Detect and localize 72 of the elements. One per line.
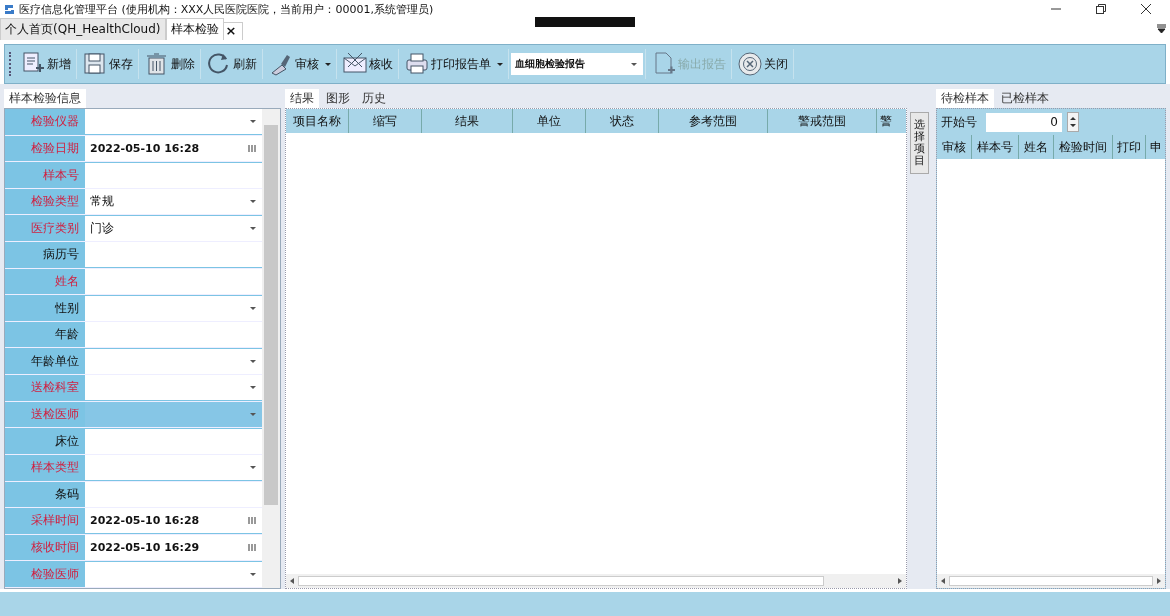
close-icon[interactable] xyxy=(1140,3,1152,15)
field-label: 检验日期 xyxy=(30,139,80,157)
app-logo-icon xyxy=(4,3,16,15)
date-field[interactable]: 2022-05-10 16:29 xyxy=(85,535,262,561)
spinner-icon[interactable] xyxy=(1067,112,1079,132)
field-label: 检验医师 xyxy=(30,565,80,583)
column-header[interactable]: 警 xyxy=(877,109,903,133)
toolbar-button[interactable]: 刷新 xyxy=(203,49,260,79)
side-tab[interactable]: 选择项目 xyxy=(910,112,929,175)
toolbar-button[interactable]: 审核 xyxy=(265,49,334,79)
dropdown-field[interactable] xyxy=(85,455,262,481)
start-number-field[interactable]: 0 xyxy=(986,112,1062,132)
overflow-menu-icon[interactable] xyxy=(1157,24,1166,34)
panel-tab[interactable]: 样本检验信息 xyxy=(4,89,86,108)
field-label: 检验类型 xyxy=(30,193,80,211)
tab[interactable]: 个人首页(QH_HealthCloud) xyxy=(0,18,166,40)
field-label: 年龄单位 xyxy=(30,352,80,370)
panel-tab[interactable]: 已检样本 xyxy=(996,89,1054,108)
field-label: 送检医师 xyxy=(30,406,80,423)
toolbar-button[interactable]: 删除 xyxy=(141,49,198,79)
scrollbar[interactable] xyxy=(286,574,906,588)
toolbar-button[interactable]: 新增 xyxy=(17,49,74,79)
restore-icon[interactable] xyxy=(1095,3,1107,15)
window-title: 医疗信息化管理平台 (使用机构：XXX人民医院医院，当前用户：00001,系统管理员) xyxy=(19,1,434,17)
panel-tab[interactable]: 结果 xyxy=(285,89,319,108)
dropdown-field[interactable] xyxy=(85,561,262,587)
scrollbar[interactable] xyxy=(937,574,1165,588)
dropdown-field[interactable] xyxy=(85,295,262,321)
field-label: 床位 xyxy=(54,432,80,450)
date-field[interactable]: 2022-05-10 16:28 xyxy=(85,508,262,534)
dropdown-field[interactable]: 门诊 xyxy=(85,215,262,241)
caret-icon xyxy=(325,62,331,66)
input-field[interactable] xyxy=(85,322,262,348)
field-label: 检验仪器 xyxy=(30,113,80,131)
input-field[interactable] xyxy=(85,162,262,188)
panel-tab[interactable]: 待检样本 xyxy=(936,89,994,108)
dropdown-field[interactable]: 常规 xyxy=(85,189,262,215)
input-field[interactable] xyxy=(85,268,262,294)
date-field[interactable]: 2022-05-10 16:28 xyxy=(85,135,262,161)
report-dropdown[interactable]: 血细胞检验报告 xyxy=(511,53,643,75)
column-header[interactable]: 申 xyxy=(1146,135,1165,159)
tab[interactable]: 样本检验 xyxy=(165,18,224,40)
dropdown-field[interactable] xyxy=(85,375,262,401)
field-label: 病历号 xyxy=(42,246,80,264)
scrollbar[interactable] xyxy=(262,109,280,588)
toolbar-button[interactable]: 关闭 xyxy=(734,49,791,79)
dropdown-field[interactable] xyxy=(85,402,262,427)
toolbar-button[interactable]: 保存 xyxy=(79,49,136,79)
printer-icon xyxy=(404,51,430,77)
close-tab-button[interactable]: × xyxy=(223,22,244,40)
toolbar-button[interactable]: 打印报告单 xyxy=(401,49,506,79)
input-field[interactable] xyxy=(85,481,262,507)
dropdown-field[interactable] xyxy=(85,348,262,374)
panel-tab[interactable]: 历史 xyxy=(357,89,391,108)
field-label: 开始号 xyxy=(941,113,977,131)
field-label: 送检科室 xyxy=(30,379,80,397)
field-label: 采样时间 xyxy=(30,512,80,530)
dropdown-field[interactable] xyxy=(85,109,262,135)
field-label: 条码 xyxy=(54,485,80,503)
toolbar-button[interactable]: 核收 xyxy=(339,49,396,79)
field-label: 核收时间 xyxy=(30,539,80,557)
input-field[interactable] xyxy=(85,428,262,454)
field-label: 姓名 xyxy=(54,272,80,290)
field-label: 性别 xyxy=(54,299,80,317)
close-circle-icon xyxy=(737,51,763,77)
caret-icon xyxy=(497,62,503,66)
field-label: 医疗类别 xyxy=(30,219,80,237)
panel-tab[interactable]: 图形 xyxy=(321,89,355,108)
field-label: 样本号 xyxy=(42,166,80,184)
input-field[interactable] xyxy=(85,242,262,268)
field-label: 样本类型 xyxy=(30,459,80,477)
field-label: 年龄 xyxy=(54,326,80,344)
